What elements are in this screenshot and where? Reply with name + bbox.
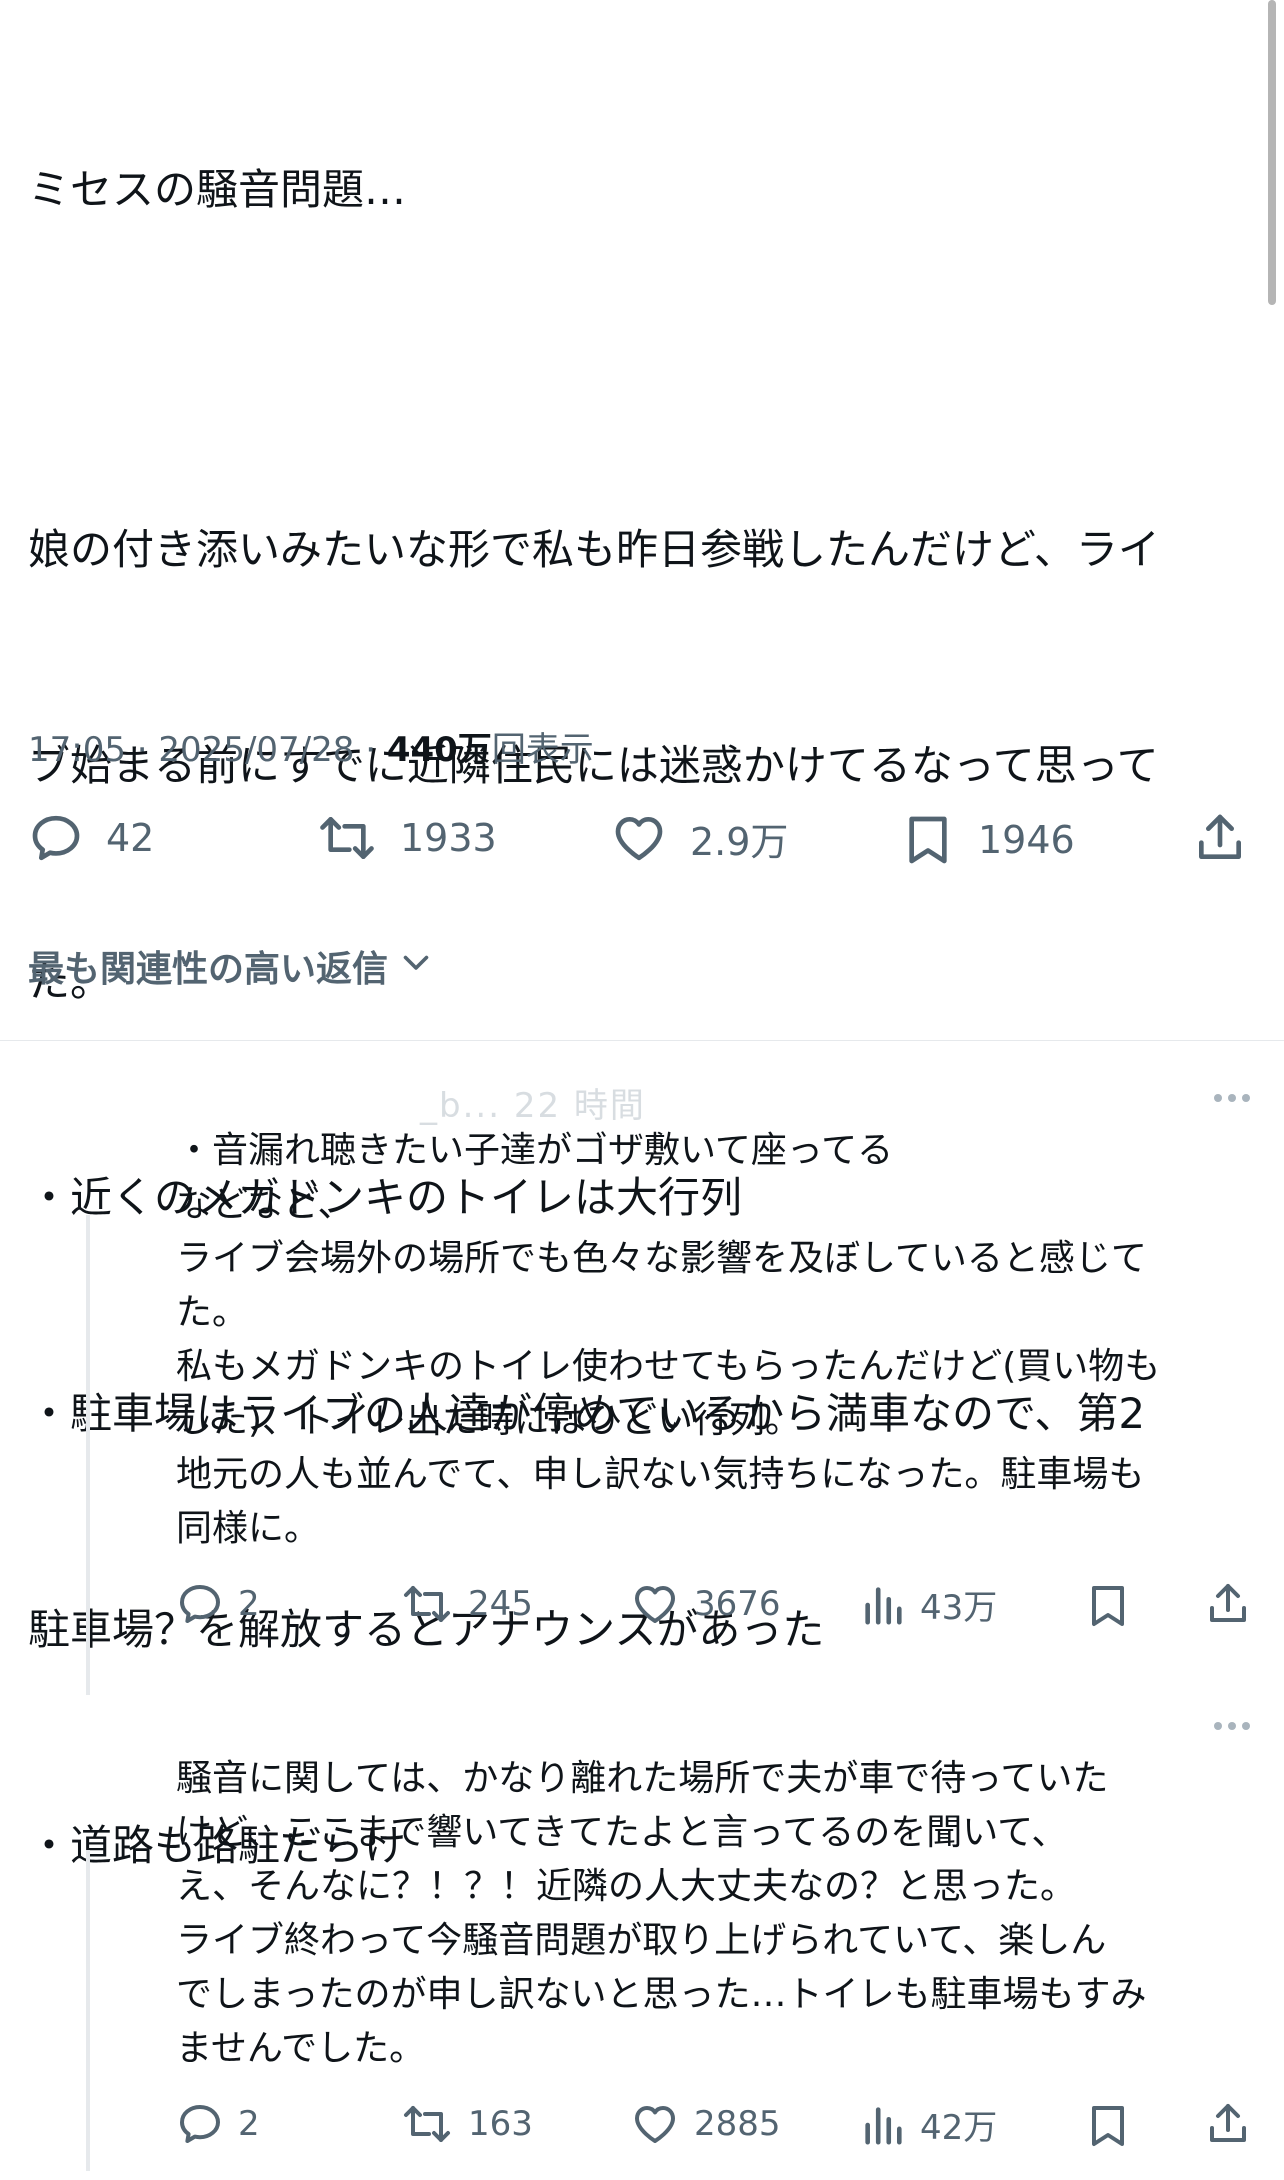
share-icon [1192,810,1248,866]
post-time[interactable]: 17:05 [28,730,126,770]
reply-count: 2 [238,2104,260,2144]
bookmark-button[interactable]: 1946 [900,810,1075,870]
share-button[interactable] [1204,1580,1252,1628]
reply-line: でしまったのが申し訳ないと思った…トイレも駐車場もすみ [176,1974,1147,2015]
bookmark-button[interactable] [1084,2100,1132,2152]
reply-count: 2 [238,1584,260,1624]
views-button[interactable]: 43万 [860,1580,997,1629]
reply-header: _b... 22 時間 [420,1086,646,1126]
reply-line: 地元の人も並んでて、申し訳ない気持ちになった。駐車場も [176,1454,1145,1495]
repost-count: 1933 [400,816,497,860]
like-button[interactable]: 2885 [630,2100,781,2148]
bookmark-icon [1084,2100,1132,2152]
views-count: 440万 [386,730,492,770]
views-button[interactable]: 42万 [860,2100,997,2149]
repost-icon [400,1580,454,1628]
views-icon [860,2101,906,2149]
like-icon [630,2100,680,2148]
reply-actions: 2 163 2885 42万 [0,2100,1284,2180]
post-line: ミセスの騒音問題… [28,165,407,214]
reply-text: 騒音に関しては、かなり離れた場所で夫が車で待っていた けど、ここまで響いてきてた… [176,1752,1256,2076]
share-icon [1204,2100,1252,2148]
reply-sort-selector[interactable]: 最も関連性の高い返信 [28,940,434,992]
reply-button[interactable]: 2 [176,1580,260,1628]
repost-icon [316,810,378,866]
reply-button[interactable]: 2 [176,2100,260,2148]
reply-button[interactable]: 42 [28,810,154,866]
like-button[interactable]: 3676 [630,1580,781,1628]
reply-line: ・音漏れ聴きたい子達がゴザ敷いて座ってる [176,1130,894,1171]
reply-count: 42 [106,816,155,860]
bookmark-button[interactable] [1084,1580,1132,1632]
reply-icon [176,2100,224,2148]
like-count: 3676 [694,1584,781,1624]
views-label: 回表示 [491,730,594,770]
reply-line: 騒音に関しては、かなり離れた場所で夫が車で待っていた [176,1758,1109,1799]
post-date[interactable]: 2025/07/28 [158,730,354,770]
repost-button[interactable]: 245 [400,1580,533,1628]
reply-line: た。 [176,1292,249,1333]
share-button[interactable] [1204,2100,1252,2148]
post-actions: 42 1933 2.9万 1946 [0,810,1284,890]
repost-button[interactable]: 1933 [316,810,497,866]
views-count: 42万 [920,2108,998,2148]
share-button[interactable] [1192,810,1248,866]
post-meta: 17:05 · 2025/07/28 · 440万回表示 [28,730,594,770]
divider [0,1040,1284,1041]
repost-button[interactable]: 163 [400,2100,533,2148]
reply-line: ライブ終わって今騒音問題が取り上げられていて、楽しん [176,1920,1107,1961]
bookmark-icon [900,810,956,870]
reply-actions: 2 245 3676 43万 [0,1580,1284,1660]
like-button[interactable]: 2.9万 [610,810,788,866]
more-icon[interactable] [1214,1722,1250,1730]
chevron-down-icon [388,944,434,989]
reply-line: けど、ここまで響いてきてたよと言ってるのを聞いて、 [176,1812,1068,1853]
repost-icon [400,2100,454,2148]
views-count: 43万 [920,1588,998,1628]
like-count: 2.9万 [690,819,789,864]
reply-line: ませんでした。 [176,2028,426,2069]
more-icon[interactable] [1214,1094,1250,1102]
reply-text: ・音漏れ聴きたい子達がゴザ敷いて座ってる などなど、 ライブ会場外の場所でも色々… [176,1124,1256,1556]
reply-line: 私もメガドンキのトイレ使わせてもらったんだけど(買い物も [176,1346,1161,1387]
repost-count: 163 [468,2104,533,2144]
post-line: 娘の付き添いみたいな形で私も昨日参戦したんだけど、ライ [28,525,1160,574]
reply-icon [176,1580,224,1628]
reply-icon [28,810,84,866]
scrollbar[interactable] [1268,0,1276,305]
like-icon [630,1580,680,1628]
repost-count: 245 [468,1584,533,1624]
reply-line: え、そんなに？！？！近隣の人大丈夫なの？と思った。 [176,1866,1077,1907]
share-icon [1204,1580,1252,1628]
bookmark-count: 1946 [978,818,1075,862]
reply-line: などなど、 [176,1184,354,1225]
views-icon [860,1581,906,1629]
like-count: 2885 [694,2104,781,2144]
reply-line: ライブ会場外の場所でも色々な影響を及ぼしていると感じて [176,1238,1147,1279]
reply-line: した)、トイレ出た時にはひどい行列。 [176,1400,801,1441]
reply-line: 同様に。 [176,1508,321,1549]
bookmark-icon [1084,1580,1132,1632]
like-icon [610,810,668,866]
sort-label: 最も関連性の高い返信 [28,949,389,990]
